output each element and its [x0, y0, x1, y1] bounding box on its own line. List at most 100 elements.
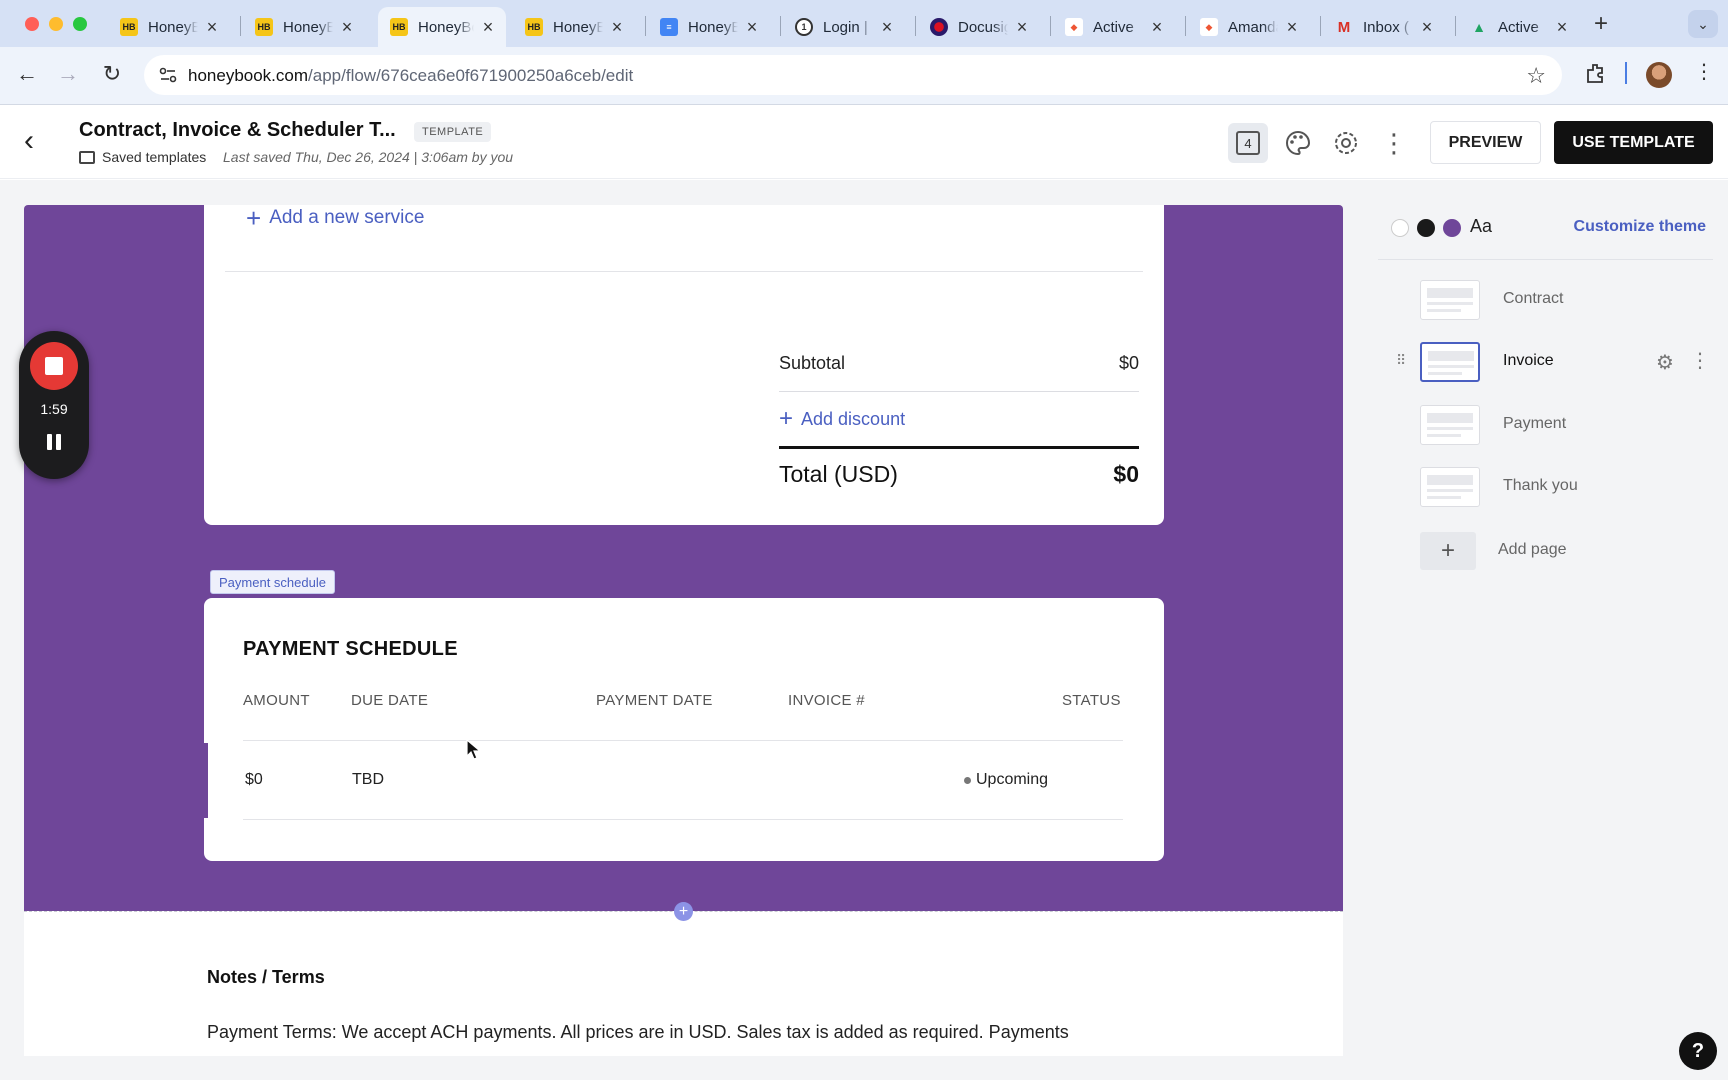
- pause-recording-icon[interactable]: [19, 434, 89, 450]
- status-dot-icon: [964, 776, 971, 784]
- tab-title: Active: [1093, 18, 1134, 36]
- help-button[interactable]: ?: [1679, 1032, 1717, 1070]
- page-thumbnail: [1420, 467, 1480, 507]
- browser-tab[interactable]: ≡ HoneyBook ×: [648, 7, 770, 47]
- close-tab-icon[interactable]: ×: [339, 17, 355, 38]
- payment-schedule-card[interactable]: PAYMENT SCHEDULE AMOUNT DUE DATE PAYMENT…: [204, 598, 1164, 861]
- page-settings-gear-icon[interactable]: ⚙: [1656, 350, 1674, 375]
- browser-menu-icon[interactable]: ⋮: [1694, 59, 1714, 84]
- close-tab-icon[interactable]: ×: [204, 17, 220, 38]
- new-tab-icon[interactable]: +: [1594, 10, 1608, 38]
- tab-title: Login | 1Password: [823, 18, 873, 36]
- close-tab-icon[interactable]: ×: [480, 17, 496, 38]
- honeybook-icon: HB: [390, 18, 408, 36]
- app-header: ‹ Contract, Invoice & Scheduler T... TEM…: [0, 105, 1728, 179]
- close-window-button[interactable]: [25, 17, 39, 31]
- payment-schedule-title: PAYMENT SCHEDULE: [243, 638, 458, 660]
- close-tab-icon[interactable]: ×: [1014, 17, 1030, 38]
- sidebar-page-thank-you[interactable]: Thank you: [1378, 461, 1728, 517]
- minimize-window-button[interactable]: [49, 17, 63, 31]
- add-section-plus-icon[interactable]: +: [674, 902, 693, 921]
- preview-button[interactable]: PREVIEW: [1430, 121, 1541, 164]
- theme-color-swatch[interactable]: [1417, 219, 1435, 237]
- profile-avatar[interactable]: [1646, 62, 1672, 88]
- notes-text[interactable]: Payment Terms: We accept ACH payments. A…: [207, 1022, 1147, 1043]
- browser-tab-bar: HB HoneyBook × HB HoneyBook × HB HoneyBo…: [0, 0, 1728, 47]
- browser-tab[interactable]: Docusign ×: [918, 7, 1040, 47]
- browser-tab[interactable]: 1 Login | 1Password ×: [783, 7, 905, 47]
- sidebar-page-invoice[interactable]: ⠿ Invoice ⚙ ⋮: [1378, 336, 1728, 392]
- sidebar-page-contract[interactable]: Contract: [1378, 274, 1728, 330]
- forward-arrow-icon[interactable]: →: [54, 61, 82, 87]
- total-divider: [779, 446, 1139, 449]
- settings-gear-icon[interactable]: [1326, 123, 1366, 163]
- browser-tab[interactable]: HB HoneyBook ×: [243, 7, 365, 47]
- sidebar-page-payment[interactable]: Payment: [1378, 399, 1728, 455]
- saved-templates-link[interactable]: Saved templates: [79, 149, 206, 165]
- pages-button[interactable]: 4: [1228, 123, 1268, 163]
- divider: [243, 740, 1123, 741]
- browser-tab[interactable]: ▲ Active ×: [1458, 7, 1580, 47]
- browser-tab[interactable]: HB HoneyBook ×: [513, 7, 635, 47]
- customize-theme-link[interactable]: Customize theme: [1574, 218, 1706, 236]
- add-page-plus-icon[interactable]: +: [1420, 532, 1476, 570]
- drive-icon: ▲: [1472, 19, 1486, 35]
- back-arrow-icon[interactable]: ←: [13, 61, 41, 87]
- extensions-puzzle-icon[interactable]: [1584, 62, 1608, 86]
- site-settings-icon[interactable]: [158, 65, 178, 85]
- back-arrow-icon[interactable]: ‹: [24, 124, 34, 158]
- page-more-options-icon[interactable]: ⋮: [1690, 348, 1710, 373]
- divider: [243, 819, 1123, 820]
- honeybook-icon: HB: [255, 18, 273, 36]
- subtotal-label: Subtotal: [779, 353, 846, 373]
- add-discount-link[interactable]: + Add discount: [779, 407, 905, 431]
- theme-color-swatch[interactable]: [1391, 219, 1409, 237]
- stop-icon: [45, 357, 63, 375]
- page-label: Payment: [1503, 415, 1567, 432]
- close-tab-icon[interactable]: ×: [1419, 17, 1435, 38]
- plus-icon: +: [779, 405, 794, 432]
- column-header-payment-date: PAYMENT DATE: [596, 692, 713, 709]
- tab-search-chevron-icon[interactable]: ⌄: [1688, 10, 1718, 38]
- total-value: $0: [1113, 461, 1139, 487]
- browser-tab[interactable]: ◆ Active ×: [1053, 7, 1175, 47]
- reload-icon[interactable]: ↻: [98, 61, 126, 87]
- pages-sidebar: Aa Customize theme Contract ⠿ Invoice ⚙ …: [1378, 180, 1728, 1080]
- close-tab-icon[interactable]: ×: [1149, 17, 1165, 38]
- toolbar-divider: [1625, 62, 1627, 84]
- browser-tab[interactable]: ◆ Amanda ×: [1188, 7, 1310, 47]
- add-page-label[interactable]: Add page: [1498, 541, 1567, 559]
- theme-color-swatch[interactable]: [1443, 219, 1461, 237]
- recording-timer: 1:59: [40, 401, 68, 417]
- close-tab-icon[interactable]: ×: [879, 17, 895, 38]
- browser-tab[interactable]: HB HoneyBook ×: [108, 7, 230, 47]
- close-tab-icon[interactable]: ×: [1284, 17, 1300, 38]
- page-title[interactable]: Contract, Invoice & Scheduler T...: [79, 119, 396, 142]
- invoice-card: + Add a new service Subtotal $0 + Add di…: [204, 205, 1164, 525]
- browser-tab[interactable]: M Inbox ( ×: [1323, 7, 1445, 47]
- close-tab-icon[interactable]: ×: [609, 17, 625, 38]
- tab-title: HoneyBook: [688, 18, 738, 36]
- plus-icon: +: [246, 203, 262, 233]
- use-template-button[interactable]: USE TEMPLATE: [1554, 121, 1713, 164]
- divider: [779, 391, 1139, 392]
- tab-title: Amanda: [1228, 18, 1278, 36]
- honeybook-icon: HB: [120, 18, 138, 36]
- zoom-window-button[interactable]: [73, 17, 87, 31]
- page-label: Invoice: [1503, 352, 1554, 369]
- tab-title: HoneyBook: [148, 18, 198, 36]
- palette-icon[interactable]: [1278, 123, 1318, 163]
- mouse-cursor-icon: [466, 739, 482, 760]
- add-service-link[interactable]: + Add a new service: [246, 205, 424, 231]
- page-thumbnail: [1420, 405, 1480, 445]
- theme-font-sample[interactable]: Aa: [1470, 216, 1492, 237]
- bookmark-star-icon[interactable]: ☆: [1526, 63, 1546, 89]
- close-tab-icon[interactable]: ×: [1554, 17, 1570, 38]
- address-bar[interactable]: honeybook.com/app/flow/676cea6e0f6719002…: [144, 55, 1562, 95]
- stop-recording-button[interactable]: [30, 342, 78, 390]
- drag-handle-icon[interactable]: ⠿: [1396, 352, 1406, 369]
- browser-tab-active[interactable]: HB HoneyBook ×: [378, 7, 506, 47]
- close-tab-icon[interactable]: ×: [744, 17, 760, 38]
- more-options-icon[interactable]: ⋮: [1374, 123, 1414, 163]
- payment-schedule-chip[interactable]: Payment schedule: [210, 570, 335, 594]
